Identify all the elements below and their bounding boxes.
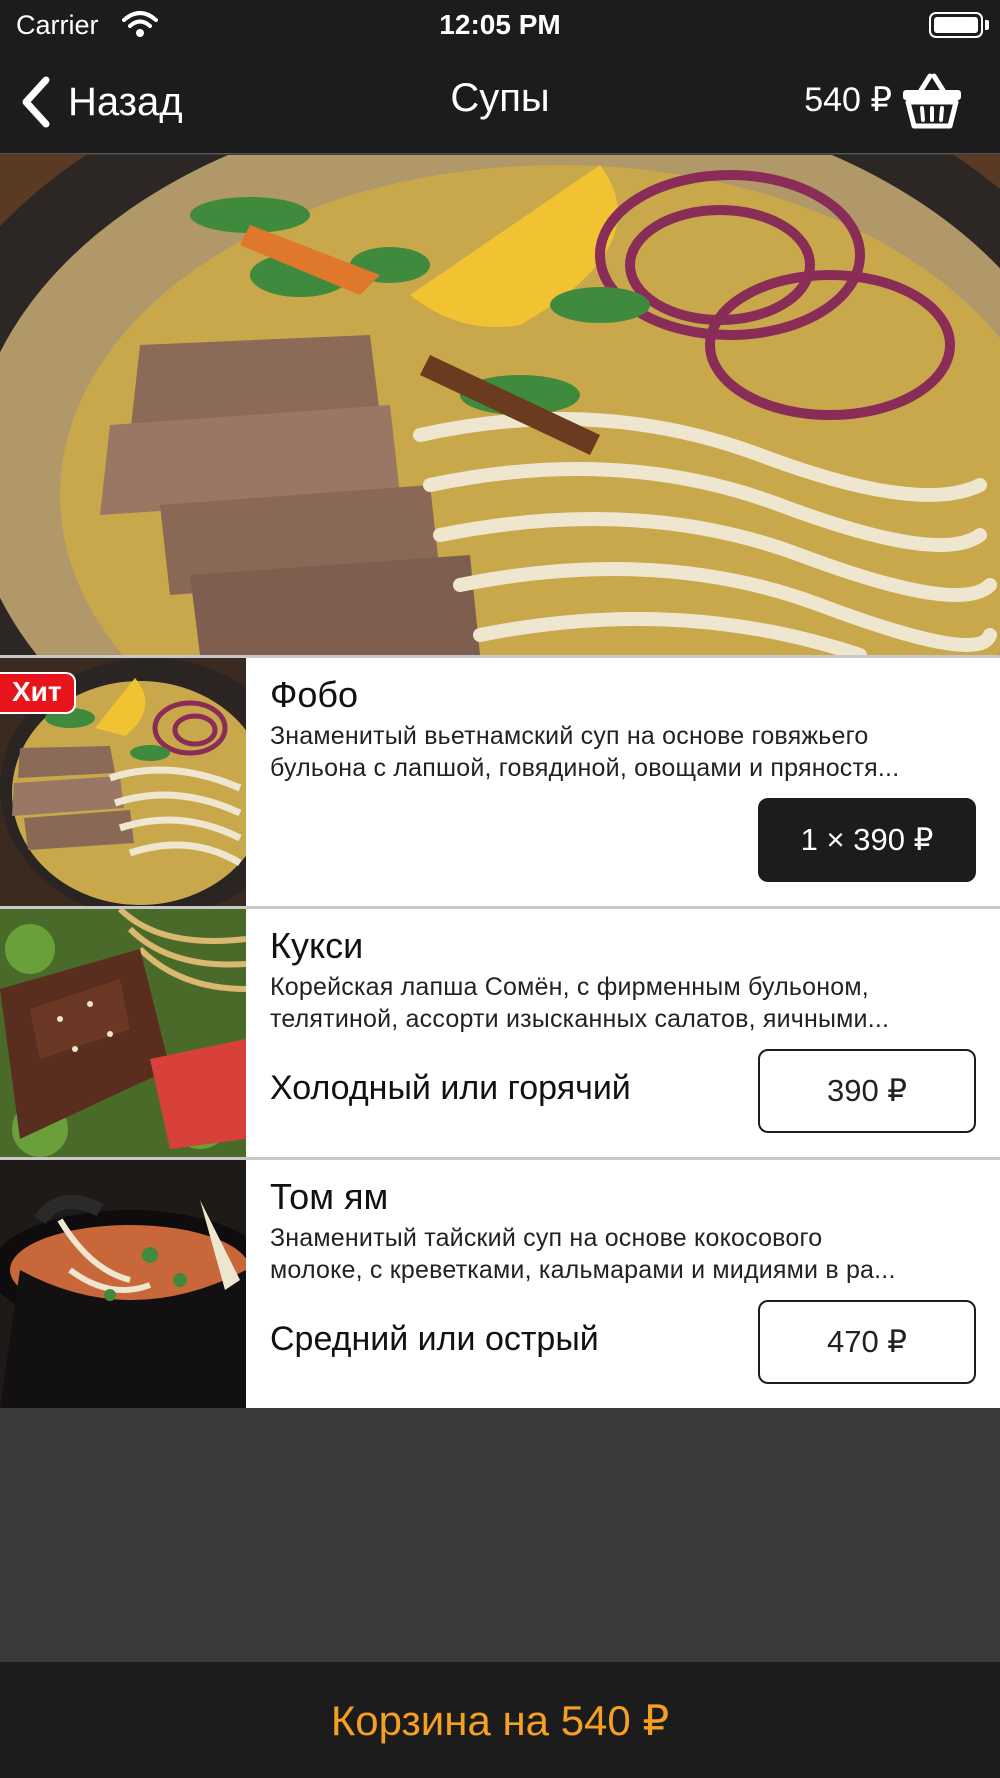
hit-badge: Хит <box>0 672 76 714</box>
product-description: Знаменитый тайский суп на основе кокосов… <box>270 1222 980 1286</box>
product-description: Знаменитый вьетнамский суп на основе гов… <box>270 720 980 784</box>
product-name: Кукси <box>270 925 364 966</box>
price-button[interactable]: 470 ₽ <box>758 1300 976 1384</box>
product-name: Том ям <box>270 1176 389 1217</box>
chevron-left-icon <box>22 76 50 128</box>
status-bar: Carrier 12:05 PM <box>0 0 1000 50</box>
product-row[interactable]: Хит Фобо Знаменитый вьетнамский суп на о… <box>0 658 1000 906</box>
bottom-bar: Корзина на 540 ₽ <box>0 1662 1000 1778</box>
product-image <box>0 1160 246 1408</box>
back-button[interactable]: Назад <box>18 72 183 132</box>
description-line: бульона с лапшой, говядиной, овощами и п… <box>270 754 900 782</box>
price-button[interactable]: 1 × 390 ₽ <box>758 798 976 882</box>
battery-icon <box>929 12 983 38</box>
battery-tip <box>985 20 989 30</box>
product-option: Холодный или горячий <box>270 1069 631 1107</box>
description-line: молоке, с креветками, кальмарами и мидия… <box>270 1256 896 1284</box>
price-button[interactable]: 390 ₽ <box>758 1049 976 1133</box>
description-line: телятиной, ассорти изысканных салатов, я… <box>270 1005 890 1033</box>
clock: 12:05 PM <box>439 9 561 40</box>
description-line: Знаменитый тайский суп на основе кокосов… <box>270 1224 823 1252</box>
product-name: Фобо <box>270 674 359 715</box>
product-image <box>0 909 246 1157</box>
back-label: Назад <box>68 79 183 124</box>
product-description: Корейская лапша Сомён, с фирменным бульо… <box>270 971 980 1035</box>
product-row[interactable]: Кукси Корейская лапша Сомён, с фирменным… <box>0 909 1000 1157</box>
product-option: Средний или острый <box>270 1320 599 1358</box>
cart-button[interactable]: Корзина на 540 ₽ <box>331 1696 669 1745</box>
product-row[interactable]: Том ям Знаменитый тайский суп на основе … <box>0 1160 1000 1408</box>
description-line: Знаменитый вьетнамский суп на основе гов… <box>270 722 869 750</box>
description-line: Корейская лапша Сомён, с фирменным бульо… <box>270 973 869 1001</box>
basket-icon[interactable] <box>900 70 964 130</box>
cart-total[interactable]: 540 ₽ <box>804 80 892 120</box>
navigation-bar: Назад Супы 540 ₽ <box>0 50 1000 154</box>
category-hero-image <box>0 155 1000 655</box>
